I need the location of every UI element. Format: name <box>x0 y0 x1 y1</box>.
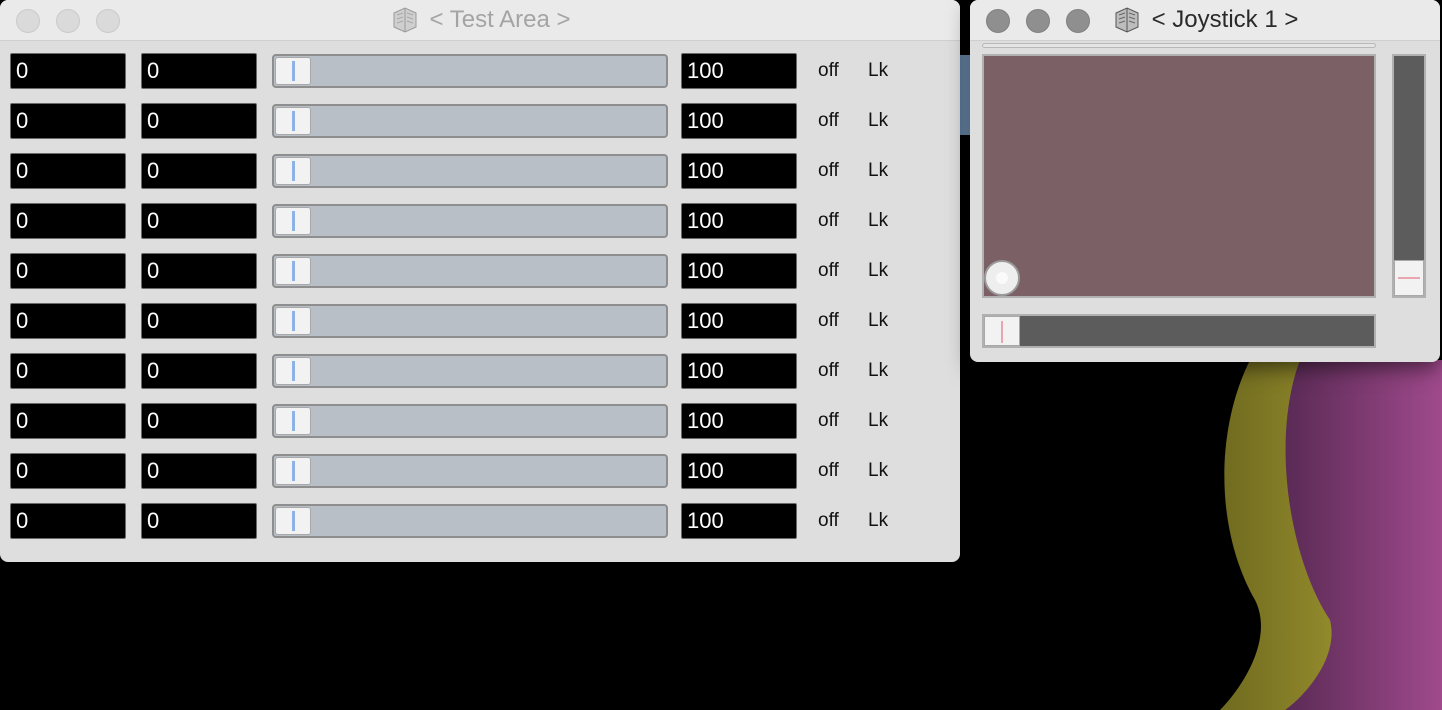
max-field[interactable]: 100 <box>681 453 797 489</box>
control-row: 0 0 100 off Lk <box>0 453 958 493</box>
slider-knob[interactable] <box>275 157 311 185</box>
document-icon <box>1115 7 1139 33</box>
max-field[interactable]: 100 <box>681 403 797 439</box>
status-toggle[interactable]: off <box>818 203 839 239</box>
window-title: < Test Area > <box>0 0 960 40</box>
value-slider[interactable] <box>272 154 668 188</box>
min-field[interactable]: 0 <box>10 253 126 289</box>
status-toggle[interactable]: off <box>818 103 839 139</box>
control-row: 0 0 100 off Lk <box>0 403 958 443</box>
value-field[interactable]: 0 <box>141 353 257 389</box>
max-field[interactable]: 100 <box>681 303 797 339</box>
document-icon <box>393 7 416 33</box>
value-slider[interactable] <box>272 354 668 388</box>
slider-knob[interactable] <box>275 107 311 135</box>
control-row: 0 0 100 off Lk <box>0 203 958 243</box>
max-field[interactable]: 100 <box>681 53 797 89</box>
value-slider[interactable] <box>272 204 668 238</box>
lock-toggle[interactable]: Lk <box>868 153 888 189</box>
control-row: 0 0 100 off Lk <box>0 253 958 293</box>
value-slider[interactable] <box>272 404 668 438</box>
control-row: 0 0 100 off Lk <box>0 103 958 143</box>
status-toggle[interactable]: off <box>818 403 839 439</box>
slider-knob[interactable] <box>275 507 311 535</box>
min-field[interactable]: 0 <box>10 453 126 489</box>
max-field[interactable]: 100 <box>681 153 797 189</box>
title-bar[interactable]: < Test Area > <box>0 0 960 41</box>
slider-knob[interactable] <box>275 307 311 335</box>
lock-toggle[interactable]: Lk <box>868 253 888 289</box>
lock-toggle[interactable]: Lk <box>868 353 888 389</box>
test-area-window: < Test Area > 0 0 100 off Lk 0 0 100 off Lk 0 0 100 o… <box>0 0 960 562</box>
value-slider[interactable] <box>272 504 668 538</box>
min-field[interactable]: 0 <box>10 353 126 389</box>
slider-knob[interactable] <box>275 407 311 435</box>
status-toggle[interactable]: off <box>818 153 839 189</box>
horizontal-slider[interactable] <box>982 314 1376 348</box>
joystick-pad[interactable] <box>982 54 1376 298</box>
vertical-slider[interactable] <box>1392 54 1426 298</box>
window-title-text: < Test Area > <box>429 6 571 33</box>
control-row: 0 0 100 off Lk <box>0 353 958 393</box>
slider-knob[interactable] <box>275 457 311 485</box>
max-field[interactable]: 100 <box>681 503 797 539</box>
slider-knob[interactable] <box>275 357 311 385</box>
min-field[interactable]: 0 <box>10 103 126 139</box>
min-field[interactable]: 0 <box>10 53 126 89</box>
value-field[interactable]: 0 <box>141 153 257 189</box>
slider-knob[interactable] <box>275 207 311 235</box>
vertical-slider-knob[interactable] <box>1394 260 1424 296</box>
status-toggle[interactable]: off <box>818 453 839 489</box>
value-field[interactable]: 0 <box>141 103 257 139</box>
status-toggle[interactable]: off <box>818 303 839 339</box>
control-row: 0 0 100 off Lk <box>0 303 958 343</box>
lock-toggle[interactable]: Lk <box>868 503 888 539</box>
status-toggle[interactable]: off <box>818 253 839 289</box>
control-row: 0 0 100 off Lk <box>0 503 958 543</box>
joystick-window: < Joystick 1 > <box>970 0 1440 362</box>
min-field[interactable]: 0 <box>10 303 126 339</box>
min-field[interactable]: 0 <box>10 203 126 239</box>
control-row: 0 0 100 off Lk <box>0 53 958 93</box>
value-field[interactable]: 0 <box>141 503 257 539</box>
value-slider[interactable] <box>272 54 668 88</box>
top-track <box>982 43 1376 48</box>
min-field[interactable]: 0 <box>10 403 126 439</box>
value-slider[interactable] <box>272 304 668 338</box>
title-bar[interactable]: < Joystick 1 > <box>970 0 1440 41</box>
value-field[interactable]: 0 <box>141 53 257 89</box>
horizontal-slider-knob[interactable] <box>984 316 1020 346</box>
value-slider[interactable] <box>272 454 668 488</box>
control-row: 0 0 100 off Lk <box>0 153 958 193</box>
value-field[interactable]: 0 <box>141 403 257 439</box>
lock-toggle[interactable]: Lk <box>868 103 888 139</box>
min-field[interactable]: 0 <box>10 153 126 189</box>
value-slider[interactable] <box>272 104 668 138</box>
lock-toggle[interactable]: Lk <box>868 203 888 239</box>
max-field[interactable]: 100 <box>681 203 797 239</box>
value-slider[interactable] <box>272 254 668 288</box>
value-field[interactable]: 0 <box>141 253 257 289</box>
window-title-text: < Joystick 1 > <box>1151 6 1299 33</box>
window-title: < Joystick 1 > <box>970 0 1440 40</box>
max-field[interactable]: 100 <box>681 253 797 289</box>
slider-knob[interactable] <box>275 257 311 285</box>
status-toggle[interactable]: off <box>818 53 839 89</box>
value-field[interactable]: 0 <box>141 453 257 489</box>
joystick-puck[interactable] <box>984 260 1020 296</box>
max-field[interactable]: 100 <box>681 103 797 139</box>
status-toggle[interactable]: off <box>818 503 839 539</box>
value-field[interactable]: 0 <box>141 203 257 239</box>
value-field[interactable]: 0 <box>141 303 257 339</box>
lock-toggle[interactable]: Lk <box>868 403 888 439</box>
lock-toggle[interactable]: Lk <box>868 453 888 489</box>
min-field[interactable]: 0 <box>10 503 126 539</box>
lock-toggle[interactable]: Lk <box>868 303 888 339</box>
lock-toggle[interactable]: Lk <box>868 53 888 89</box>
status-toggle[interactable]: off <box>818 353 839 389</box>
slider-knob[interactable] <box>275 57 311 85</box>
max-field[interactable]: 100 <box>681 353 797 389</box>
